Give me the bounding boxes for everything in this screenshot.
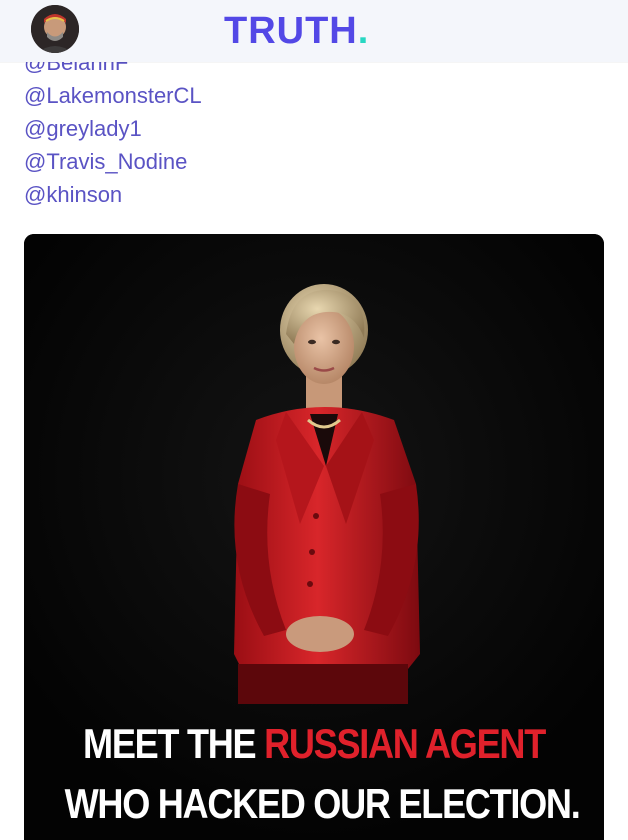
mention-link[interactable]: @greylady1: [24, 112, 202, 145]
mention-link[interactable]: @Travis_Nodine: [24, 145, 202, 178]
caption-red-text: RUSSIAN AGENT: [264, 720, 546, 767]
truth-logo-dot: .: [357, 10, 370, 52]
top-navigation-bar: TRUTH.: [0, 0, 628, 62]
caption-white-text: MEET THE: [83, 720, 257, 767]
mention-list: @BelannF @LakemonsterCL @greylady1 @Trav…: [24, 46, 202, 211]
meme-caption-line-1: MEET THE RUSSIAN AGENT: [65, 720, 564, 768]
post-image-meme[interactable]: MEET THE RUSSIAN AGENT WHO HACKED OUR EL…: [24, 234, 604, 840]
truth-logo[interactable]: TRUTH.: [224, 11, 369, 51]
meme-caption-line-2: WHO HACKED OUR ELECTION.: [64, 780, 581, 827]
user-avatar-icon: [31, 5, 79, 53]
mention-link[interactable]: @LakemonsterCL: [24, 79, 202, 112]
mention-link[interactable]: @khinson: [24, 178, 202, 211]
profile-avatar[interactable]: [31, 5, 79, 53]
truth-social-post-view: TRUTH. @BelannF @LakemonsterCL @greylady…: [0, 0, 628, 840]
truth-logo-text: TRUTH: [224, 10, 358, 52]
